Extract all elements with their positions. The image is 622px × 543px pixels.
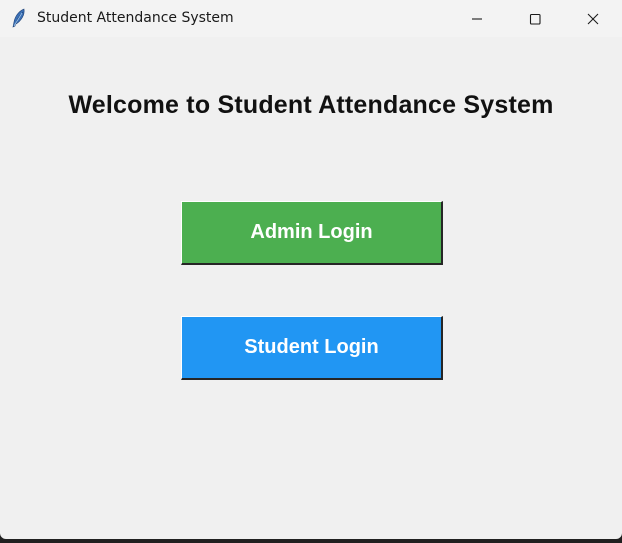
feather-icon xyxy=(11,8,27,28)
admin-login-label: Admin Login xyxy=(250,221,373,243)
app-window: Student Attendance System Welcome to Stu… xyxy=(0,0,622,539)
admin-login-button[interactable]: Admin Login xyxy=(181,201,443,265)
maximize-icon xyxy=(529,13,541,25)
title-bar[interactable]: Student Attendance System xyxy=(0,0,622,37)
window-title: Student Attendance System xyxy=(37,10,234,26)
close-icon xyxy=(587,13,599,25)
student-login-label: Student Login xyxy=(244,336,379,358)
maximize-button[interactable] xyxy=(506,0,564,37)
student-login-button[interactable]: Student Login xyxy=(181,316,443,380)
welcome-heading: Welcome to Student Attendance System xyxy=(68,91,554,119)
close-button[interactable] xyxy=(564,0,622,37)
minimize-button[interactable] xyxy=(448,0,506,37)
minimize-icon xyxy=(471,13,483,25)
